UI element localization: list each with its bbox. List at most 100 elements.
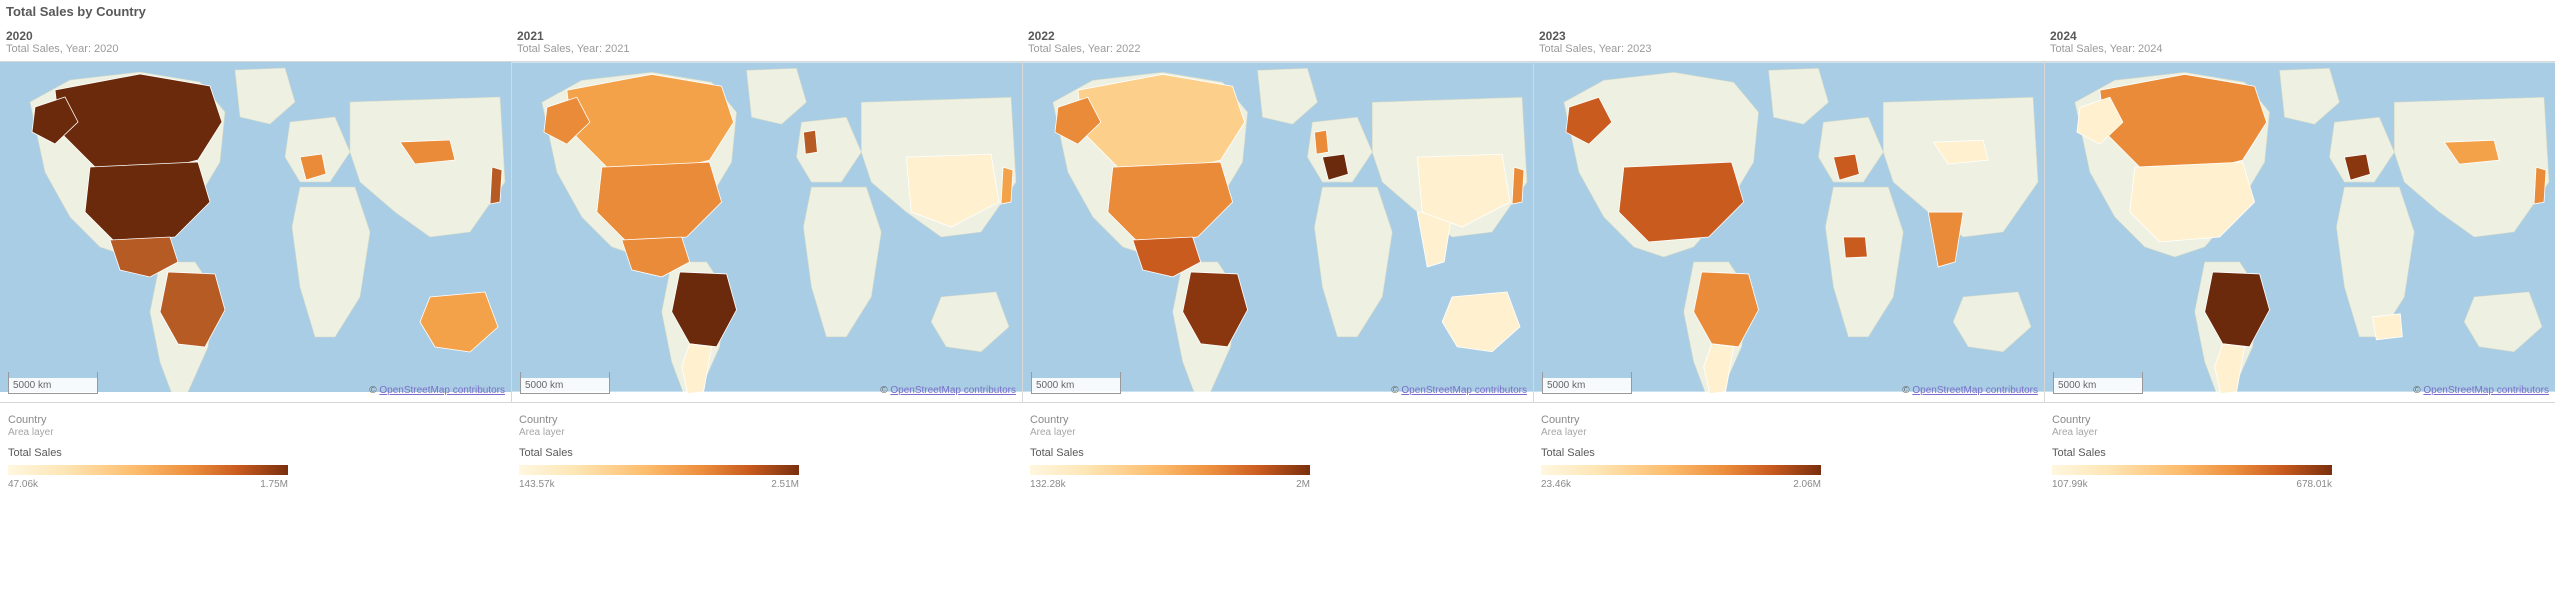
map-attribution: © OpenStreetMap contributors — [2413, 385, 2549, 396]
legend-area-layer: Area layer — [8, 427, 503, 439]
map-canvas[interactable]: 5000 km © OpenStreetMap contributors — [1533, 61, 2044, 403]
legend-max: 1.75M — [260, 479, 288, 490]
legend-min: 23.46k — [1541, 479, 1571, 490]
legend-gradient — [8, 465, 288, 475]
map-attribution: © OpenStreetMap contributors — [1902, 385, 2038, 396]
panel-subtitle: Total Sales, Year: 2024 — [2050, 43, 2549, 55]
scale-bar: 5000 km — [8, 378, 98, 394]
legend-metric: Total Sales — [519, 447, 1014, 459]
panel-header: 2024Total Sales, Year: 2024 — [2044, 29, 2555, 61]
osm-contributors-link[interactable]: OpenStreetMap contributors — [1401, 385, 1527, 396]
legend-layer-label: Country — [2052, 413, 2547, 427]
legend-gradient — [1030, 465, 1310, 475]
attribution-prefix: © — [1902, 385, 1912, 396]
legend-min: 47.06k — [8, 479, 38, 490]
country-shape[interactable] — [1843, 237, 1867, 258]
panel-subtitle: Total Sales, Year: 2022 — [1028, 43, 1527, 55]
legend-range: 23.46k 2.06M — [1541, 479, 1821, 490]
country-shape[interactable] — [2534, 167, 2546, 204]
world-map[interactable] — [1023, 62, 1533, 402]
map-attribution: © OpenStreetMap contributors — [880, 385, 1016, 396]
legend-max: 2.51M — [771, 479, 799, 490]
attribution-prefix: © — [2413, 385, 2423, 396]
legend-layer-label: Country — [8, 413, 503, 427]
legend-metric: Total Sales — [1030, 447, 1525, 459]
report-title: Total Sales by Country — [0, 0, 2555, 29]
world-map[interactable] — [0, 62, 511, 402]
panel-title: 2020 — [6, 29, 505, 43]
map-panels: 2020Total Sales, Year: 2020 5000 km © Open… — [0, 29, 2555, 502]
country-shape[interactable] — [2372, 314, 2402, 340]
attribution-prefix: © — [1391, 385, 1401, 396]
scale-bar: 5000 km — [1542, 378, 1632, 394]
osm-contributors-link[interactable]: OpenStreetMap contributors — [2423, 385, 2549, 396]
legend-gradient — [1541, 465, 1821, 475]
scale-bar: 5000 km — [2053, 378, 2143, 394]
country-shape[interactable] — [1512, 167, 1524, 204]
panel-subtitle: Total Sales, Year: 2023 — [1539, 43, 2038, 55]
legend-layer-label: Country — [519, 413, 1014, 427]
legend: CountryArea layer Total Sales 107.99k 678.0… — [2044, 403, 2555, 502]
legend-min: 132.28k — [1030, 479, 1066, 490]
legend: CountryArea layer Total Sales 47.06k 1.75M — [0, 403, 511, 502]
map-attribution: © OpenStreetMap contributors — [1391, 385, 1527, 396]
legend-gradient — [2052, 465, 2332, 475]
legend-min: 143.57k — [519, 479, 555, 490]
legend: CountryArea layer Total Sales 143.57k 2.51M — [511, 403, 1022, 502]
map-panel: 2023Total Sales, Year: 2023 5000 km © Open… — [1533, 29, 2044, 502]
legend-metric: Total Sales — [2052, 447, 2547, 459]
legend-area-layer: Area layer — [519, 427, 1014, 439]
map-canvas[interactable]: 5000 km © OpenStreetMap contributors — [0, 61, 511, 403]
attribution-prefix: © — [880, 385, 890, 396]
legend-range: 47.06k 1.75M — [8, 479, 288, 490]
legend: CountryArea layer Total Sales 23.46k 2.06M — [1533, 403, 2044, 502]
world-map[interactable] — [512, 62, 1022, 402]
legend-min: 107.99k — [2052, 479, 2088, 490]
panel-subtitle: Total Sales, Year: 2021 — [517, 43, 1016, 55]
map-panel: 2024Total Sales, Year: 2024 5000 km © Open… — [2044, 29, 2555, 502]
panel-header: 2023Total Sales, Year: 2023 — [1533, 29, 2044, 61]
scale-bar: 5000 km — [520, 378, 610, 394]
osm-contributors-link[interactable]: OpenStreetMap contributors — [1912, 385, 2038, 396]
panel-header: 2022Total Sales, Year: 2022 — [1022, 29, 1533, 61]
legend-layer-label: Country — [1030, 413, 1525, 427]
legend-gradient — [519, 465, 799, 475]
country-shape[interactable] — [1001, 167, 1013, 204]
legend-metric: Total Sales — [1541, 447, 2036, 459]
map-attribution: © OpenStreetMap contributors — [369, 385, 505, 396]
legend-area-layer: Area layer — [2052, 427, 2547, 439]
world-map[interactable] — [1534, 62, 2044, 402]
legend-range: 143.57k 2.51M — [519, 479, 799, 490]
map-canvas[interactable]: 5000 km © OpenStreetMap contributors — [2044, 61, 2555, 403]
legend-layer-label: Country — [1541, 413, 2036, 427]
legend-area-layer: Area layer — [1030, 427, 1525, 439]
map-canvas[interactable]: 5000 km © OpenStreetMap contributors — [511, 61, 1022, 403]
legend: CountryArea layer Total Sales 132.28k 2M — [1022, 403, 1533, 502]
map-panel: 2022Total Sales, Year: 2022 5000 km © Open… — [1022, 29, 1533, 502]
map-panel: 2021Total Sales, Year: 2021 5000 km © Open… — [511, 29, 1022, 502]
country-shape[interactable] — [1314, 130, 1328, 154]
legend-metric: Total Sales — [8, 447, 503, 459]
scale-bar: 5000 km — [1031, 378, 1121, 394]
world-map[interactable] — [2045, 62, 2555, 402]
panel-title: 2024 — [2050, 29, 2549, 43]
country-shape[interactable] — [490, 167, 502, 204]
attribution-prefix: © — [369, 385, 379, 396]
panel-title: 2021 — [517, 29, 1016, 43]
map-canvas[interactable]: 5000 km © OpenStreetMap contributors — [1022, 61, 1533, 403]
legend-range: 132.28k 2M — [1030, 479, 1310, 490]
osm-contributors-link[interactable]: OpenStreetMap contributors — [890, 385, 1016, 396]
panel-header: 2021Total Sales, Year: 2021 — [511, 29, 1022, 61]
country-shape[interactable] — [803, 130, 817, 154]
panel-subtitle: Total Sales, Year: 2020 — [6, 43, 505, 55]
legend-range: 107.99k 678.01k — [2052, 479, 2332, 490]
osm-contributors-link[interactable]: OpenStreetMap contributors — [379, 385, 505, 396]
report: Total Sales by Country 2020Total Sales, … — [0, 0, 2555, 502]
panel-header: 2020Total Sales, Year: 2020 — [0, 29, 511, 61]
legend-max: 678.01k — [2296, 479, 2332, 490]
legend-max: 2M — [1296, 479, 1310, 490]
legend-max: 2.06M — [1793, 479, 1821, 490]
map-panel: 2020Total Sales, Year: 2020 5000 km © Open… — [0, 29, 511, 502]
panel-title: 2022 — [1028, 29, 1527, 43]
legend-area-layer: Area layer — [1541, 427, 2036, 439]
